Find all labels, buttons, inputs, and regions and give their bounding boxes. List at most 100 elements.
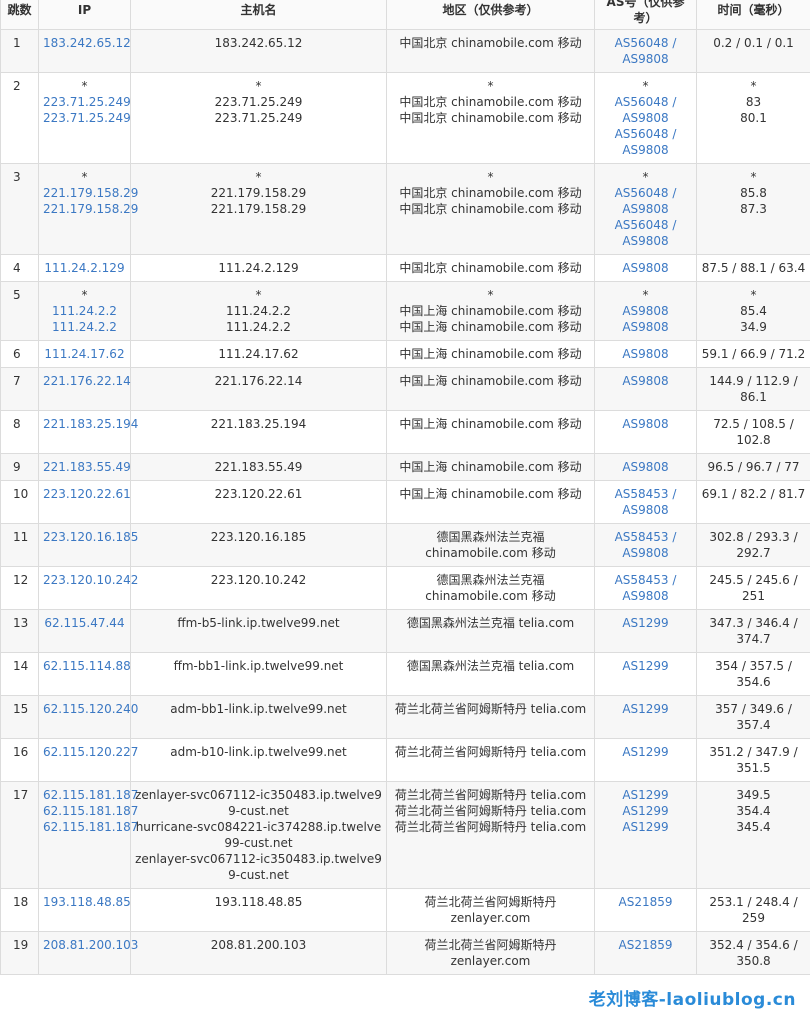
as-link[interactable]: AS9808 bbox=[599, 303, 692, 319]
latency-text: 144.9 / 112.9 / 86.1 bbox=[709, 374, 798, 404]
as-link[interactable]: AS9808 bbox=[599, 373, 692, 389]
watermark-logo: 老刘博客-laoliublog.cn bbox=[588, 990, 796, 1010]
region-cell: 中国上海 chinamobile.com 移动 bbox=[386, 410, 595, 454]
latency-text: 302.8 / 293.3 / 292.7 bbox=[709, 530, 798, 560]
hop-cell: 6 bbox=[0, 340, 39, 368]
host-cell: zenlayer-svc067112-ic350483.ip.twelve99-… bbox=[130, 781, 387, 889]
ip-link[interactable]: 221.176.22.14 bbox=[43, 373, 131, 389]
table-row: 17 62.115.181.187 62.115.181.187 62.115.181… bbox=[0, 781, 810, 889]
ip-cell: 62.115.114.88 bbox=[38, 652, 131, 696]
ip-link[interactable]: 223.120.10.242 bbox=[43, 572, 138, 588]
hop-number: 13 bbox=[13, 616, 29, 630]
region-text: 中国上海 chinamobile.com 移动 bbox=[399, 460, 582, 474]
as-cell: * AS9808 AS9808 bbox=[594, 281, 697, 341]
hostname: 111.24.17.62 bbox=[218, 347, 299, 361]
as-link[interactable]: AS9808 bbox=[599, 319, 692, 335]
region-cell: 中国上海 chinamobile.com 移动 bbox=[386, 480, 595, 524]
as-link[interactable]: AS58453 / AS9808 bbox=[599, 572, 692, 604]
ip-link[interactable]: 223.120.22.61 bbox=[43, 486, 131, 502]
ip-link[interactable]: 221.179.158.29 bbox=[43, 201, 138, 217]
hop-cell: 12 bbox=[0, 566, 39, 610]
as-link[interactable]: AS56048 / AS9808 bbox=[599, 217, 692, 249]
as-link[interactable]: AS9808 bbox=[599, 346, 692, 362]
ip-link[interactable]: 62.115.181.187 bbox=[43, 787, 138, 803]
ip-link[interactable]: 223.71.25.249 bbox=[43, 94, 131, 110]
as-link[interactable]: AS21859 bbox=[599, 894, 692, 910]
hop-number: 11 bbox=[13, 530, 29, 544]
hostname: zenlayer-svc067112-ic350483.ip.twelve99-… bbox=[135, 788, 382, 818]
as-link[interactable]: AS58453 / AS9808 bbox=[599, 486, 692, 518]
as-link[interactable]: AS9808 bbox=[599, 459, 692, 475]
header-region: 地区（仅供参考） bbox=[386, 0, 595, 30]
hostname: 223.120.16.185 bbox=[210, 530, 307, 544]
as-link[interactable]: AS1299 bbox=[599, 819, 692, 835]
region-cell: 荷兰北荷兰省阿姆斯特丹 zenlayer.com bbox=[386, 931, 595, 975]
ip-link[interactable]: 111.24.2.2 bbox=[43, 303, 126, 319]
as-link[interactable]: AS1299 bbox=[599, 803, 692, 819]
as-link[interactable]: AS58453 / AS9808 bbox=[599, 529, 692, 561]
ip-link[interactable]: 62.115.114.88 bbox=[43, 658, 131, 674]
ip-link[interactable]: 208.81.200.103 bbox=[43, 937, 138, 953]
ip-link[interactable]: 62.115.47.44 bbox=[43, 615, 126, 631]
region-cell: 荷兰北荷兰省阿姆斯特丹 telia.com bbox=[386, 695, 595, 739]
hostname: 221.183.25.194 bbox=[210, 417, 307, 431]
ip-link[interactable]: 221.183.25.194 bbox=[43, 416, 138, 432]
hostname: 111.24.2.2 bbox=[226, 320, 291, 334]
hostname: 223.120.22.61 bbox=[214, 487, 303, 501]
table-row: 7 221.176.22.14 221.176.22.14 中国上海 chinamob… bbox=[0, 367, 810, 411]
region-text: 中国北京 chinamobile.com 移动 bbox=[399, 111, 582, 125]
as-link: * bbox=[642, 170, 649, 184]
ip-link[interactable]: 111.24.2.129 bbox=[43, 260, 126, 276]
ip-link[interactable]: 62.115.181.187 bbox=[43, 819, 138, 835]
as-link[interactable]: AS1299 bbox=[599, 658, 692, 674]
ip-cell: 62.115.120.240 bbox=[38, 695, 138, 739]
hop-cell: 9 bbox=[0, 453, 39, 481]
ip-link[interactable]: 62.115.120.227 bbox=[43, 744, 138, 760]
region-text: 荷兰北荷兰省阿姆斯特丹 telia.com bbox=[394, 804, 587, 818]
region-text: 中国北京 chinamobile.com 移动 bbox=[399, 95, 582, 109]
as-cell: AS58453 / AS9808 bbox=[594, 566, 697, 610]
as-link[interactable]: AS56048 / AS9808 bbox=[599, 94, 692, 126]
hostname: 223.71.25.249 bbox=[214, 111, 303, 125]
hop-number: 12 bbox=[13, 573, 29, 587]
region-text: 德国黑森州法兰克福 telia.com bbox=[406, 659, 575, 673]
ip-link[interactable]: 62.115.120.240 bbox=[43, 701, 138, 717]
ip-link[interactable]: 111.24.2.2 bbox=[43, 319, 126, 335]
as-link[interactable]: AS56048 / AS9808 bbox=[599, 185, 692, 217]
time-cell: 69.1 / 82.2 / 81.7 bbox=[696, 480, 810, 524]
ip-link[interactable]: 221.183.55.49 bbox=[43, 459, 131, 475]
ip-link[interactable]: 223.120.16.185 bbox=[43, 529, 138, 545]
region-cell: * 中国北京 chinamobile.com 移动 中国北京 chinamobile… bbox=[386, 72, 595, 164]
hop-number: 7 bbox=[13, 374, 21, 388]
as-link[interactable]: AS1299 bbox=[599, 787, 692, 803]
as-link[interactable]: AS1299 bbox=[599, 615, 692, 631]
ip-link[interactable]: 223.71.25.249 bbox=[43, 110, 131, 126]
as-link[interactable]: AS1299 bbox=[599, 701, 692, 717]
table-row: 4 111.24.2.129 111.24.2.129 中国北京 chinamobil… bbox=[0, 254, 810, 282]
table-header-row: 跳数 IP 主机名 地区（仅供参考） AS号（仅供参考） 时间（毫秒） bbox=[0, 0, 810, 30]
as-cell: AS21859 bbox=[594, 931, 697, 975]
ip-cell: * 111.24.2.2 111.24.2.2 bbox=[38, 281, 131, 341]
region-text: * bbox=[487, 288, 494, 302]
ip-link[interactable]: 221.179.158.29 bbox=[43, 185, 138, 201]
ip-link[interactable]: 111.24.17.62 bbox=[43, 346, 126, 362]
as-link[interactable]: AS56048 / AS9808 bbox=[599, 126, 692, 158]
ip-cell: 111.24.17.62 bbox=[38, 340, 131, 368]
ip-cell: 183.242.65.12 bbox=[38, 29, 131, 73]
ip-link[interactable]: 183.242.65.12 bbox=[43, 35, 131, 51]
table-row: 9 221.183.55.49 221.183.55.49 中国上海 chinamob… bbox=[0, 453, 810, 481]
as-link[interactable]: AS9808 bbox=[599, 416, 692, 432]
traceroute-table: 跳数 IP 主机名 地区（仅供参考） AS号（仅供参考） 时间（毫秒） 1 183… bbox=[0, 0, 810, 975]
time-cell: 144.9 / 112.9 / 86.1 bbox=[696, 367, 810, 411]
host-cell: 193.118.48.85 bbox=[130, 888, 387, 932]
as-link[interactable]: AS9808 bbox=[599, 260, 692, 276]
as-link[interactable]: AS1299 bbox=[599, 744, 692, 760]
ip-link[interactable]: 62.115.181.187 bbox=[43, 803, 138, 819]
region-cell: 中国北京 chinamobile.com 移动 bbox=[386, 254, 595, 282]
ip-cell: * 221.179.158.29 221.179.158.29 bbox=[38, 163, 138, 255]
as-cell: AS58453 / AS9808 bbox=[594, 523, 697, 567]
as-link[interactable]: AS21859 bbox=[599, 937, 692, 953]
ip-link[interactable]: 193.118.48.85 bbox=[43, 894, 131, 910]
hop-number: 2 bbox=[13, 79, 21, 93]
as-link[interactable]: AS56048 / AS9808 bbox=[599, 35, 692, 67]
